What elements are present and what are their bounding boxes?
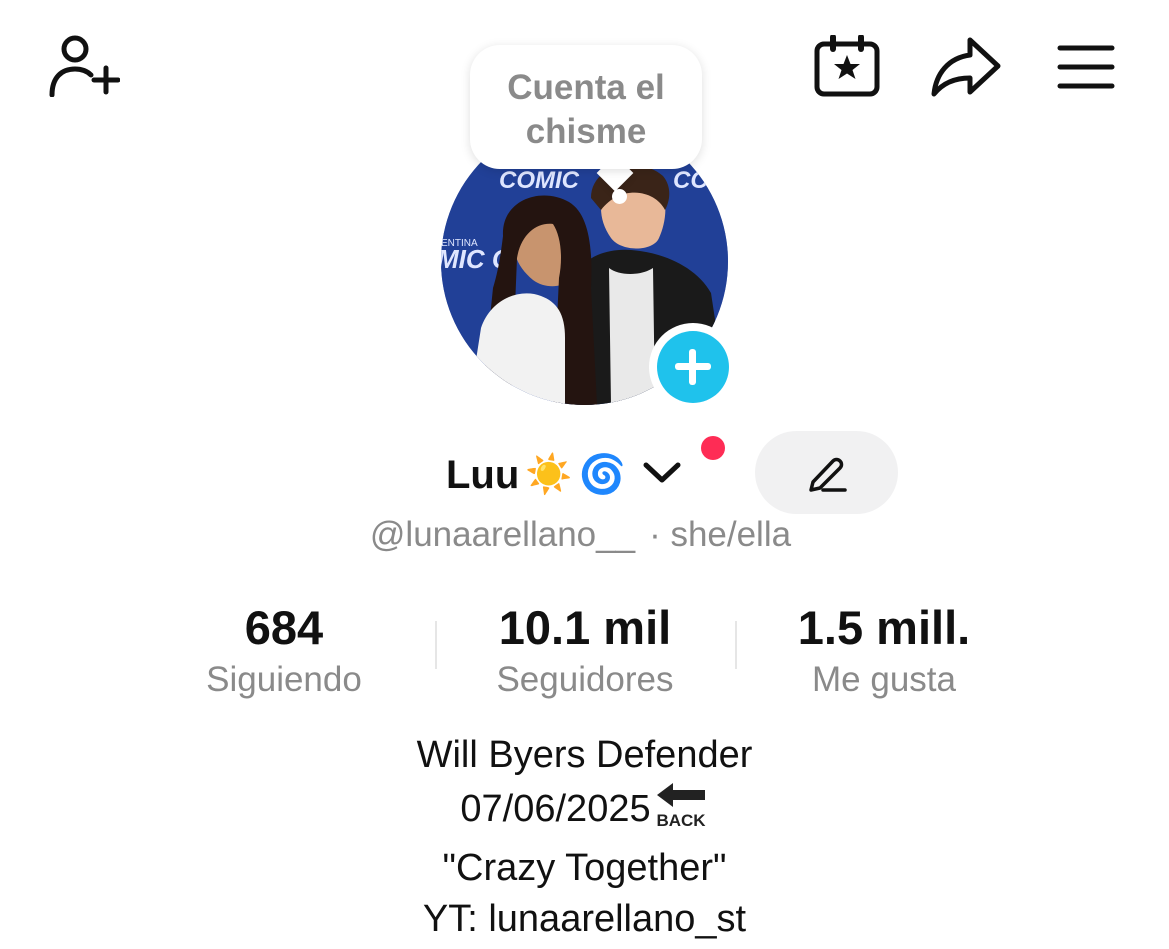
bubble-text-line2: chisme (525, 112, 647, 151)
handle-row: @lunaarellano__ · she/ella (0, 515, 1169, 555)
add-story-button[interactable] (649, 323, 737, 411)
back-label: BACK (656, 811, 706, 829)
plus-icon (657, 331, 729, 403)
notification-dot (701, 436, 725, 460)
stat-followers[interactable]: 10.1 mil Seguidores (474, 600, 696, 704)
display-name: Luu (446, 452, 520, 497)
cyclone-emoji: 🌀 (578, 454, 626, 496)
calendar-star-icon[interactable] (814, 35, 880, 97)
following-label: Siguiendo (206, 660, 362, 699)
bio-line: "Crazy Together" (442, 847, 727, 889)
backdrop-text: COM (673, 167, 728, 194)
profile-name-row[interactable]: Luu ☀️ 🌀 (446, 447, 682, 503)
bio-date: 07/06/2025 (460, 788, 651, 830)
note-bubble[interactable]: Cuenta el chisme (470, 45, 702, 169)
avatar-indicator-dot (612, 189, 627, 204)
bio-line: YT: lunaarellano_st (422, 898, 747, 940)
profile-bio: Will Byers Defender 07/06/2025 BACK "Cra… (0, 730, 1169, 945)
backdrop-text: COMIC (499, 167, 580, 194)
following-count: 684 (244, 601, 324, 654)
likes-label: Me gusta (812, 660, 956, 699)
followers-label: Seguidores (496, 660, 674, 699)
bio-line: Will Byers Defender (416, 734, 753, 776)
sun-emoji: ☀️ (525, 454, 573, 496)
followers-count: 10.1 mil (498, 601, 672, 654)
chevron-down-icon[interactable] (642, 461, 682, 490)
stat-likes[interactable]: 1.5 mill. Me gusta (778, 600, 990, 704)
add-friend-icon[interactable] (48, 33, 120, 97)
stat-following[interactable]: 684 Siguiendo (186, 600, 382, 704)
stat-divider (735, 621, 737, 669)
pronouns: · she/ella (649, 515, 792, 554)
bubble-text-line1: Cuenta el (507, 68, 665, 107)
edit-profile-button[interactable] (755, 431, 898, 514)
likes-count: 1.5 mill. (797, 601, 971, 654)
bio-line-date: 07/06/2025 BACK (0, 781, 1169, 843)
username-handle[interactable]: @lunaarellano__ (370, 515, 635, 554)
stat-divider (435, 621, 437, 669)
share-icon[interactable] (930, 36, 1002, 98)
menu-icon[interactable] (1057, 44, 1115, 90)
back-arrow-emoji: BACK (653, 781, 709, 843)
pencil-icon (808, 457, 847, 492)
